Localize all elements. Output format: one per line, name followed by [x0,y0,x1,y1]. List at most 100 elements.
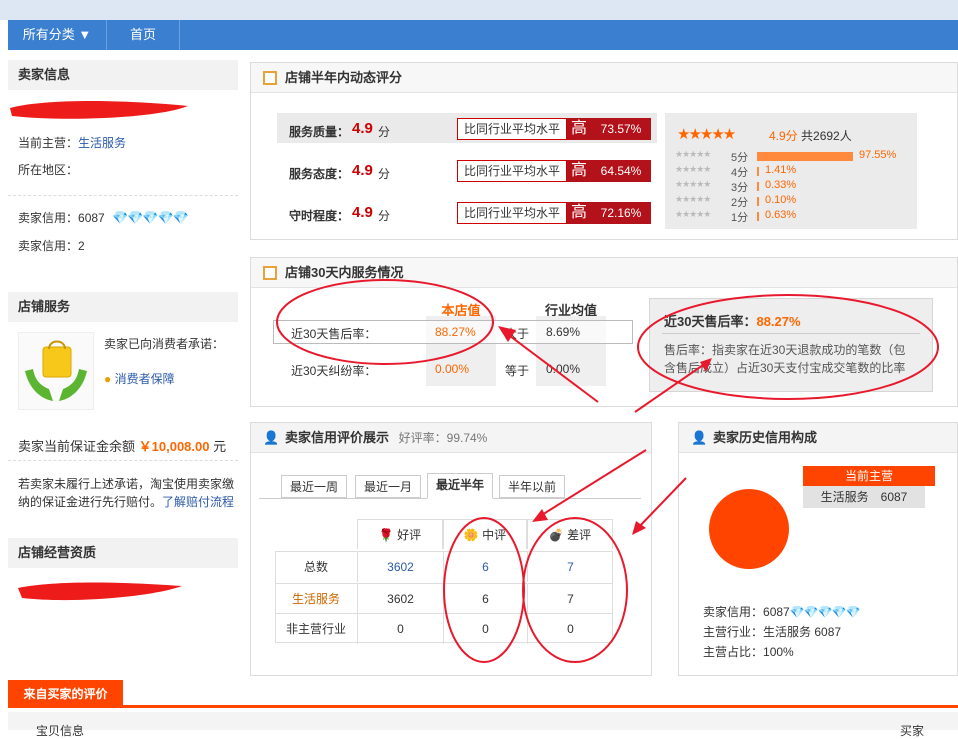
deposit-unit: 元 [213,439,227,454]
high-badge: 高 [567,118,591,140]
service30-compare: 等于 [505,364,530,378]
tooltip-desc-line1: 售后率：指卖家在近30天退款成功的笔数（包 [664,343,906,357]
compare-text: 比同行业平均水平 [457,160,567,182]
table-cell[interactable]: 6 [443,551,527,582]
reviews-subheader: 宝贝信息 买家 [8,712,958,738]
service30-industry-value: 0.00% [546,362,581,376]
dynamic-rating-title: 店铺半年内动态评分 [285,70,403,85]
main-business-link[interactable]: 生活服务 [78,136,126,150]
seller-info-box: 卖家信息 当前主营：生活服务 所在地区： 卖家信用：6087 💎💎💎💎💎 卖家信… [8,60,238,270]
dist-stars-icon: ★★★★★ [675,149,711,159]
home-link[interactable]: 首页 [107,20,179,50]
redacted-seller-name [10,101,188,119]
table-cell: 0 [443,613,527,644]
tab-3[interactable]: 最近半年 [427,473,493,499]
dist-bar [757,197,759,206]
header-negative: 💣 差评 [527,519,613,549]
buyer-credit-value: 2 [78,239,85,253]
history-credit-title: 卖家历史信用构成 [713,430,818,445]
diamond-icons[interactable]: 💎💎💎💎💎 [112,210,189,225]
reviews-tabbar: 来自买家的评价 [8,680,958,708]
rating-unit: 分 [378,125,391,139]
tab-1[interactable]: 最近一周 [281,475,347,498]
credit-pie-chart [709,489,789,569]
deposit-note-line2: 纳的保证金进行先行赔付。 [18,495,163,509]
redacted-qualification [18,582,182,601]
dist-bar [757,152,853,161]
shop-service-box: 店铺服务 卖家已向消费者承诺： ● 消费者保障 卖家当前保证金余额 ￥10,00… [8,292,238,522]
consumer-guarantee-link[interactable]: 消费者保障 [115,372,175,386]
flower-icon: 🌼 [463,528,483,542]
tooltip-desc-line2: 含售后成立）占近30天支付宝成交笔数的比率 [664,361,906,375]
tab-4[interactable]: 半年以前 [499,475,565,498]
credit-display-title: 卖家信用评价展示 [285,430,390,445]
high-badge: 高 [567,202,591,224]
after-sale-tooltip: 近30天售后率：88.27% 售后率：指卖家在近30天退款成功的笔数（包 含售后成… [649,298,933,392]
dist-stars-icon: ★★★★★ [675,209,711,219]
tab-2[interactable]: 最近一月 [355,475,421,498]
dist-bar [757,212,759,221]
dynamic-rating-header: 店铺半年内动态评分 [251,63,957,93]
summary-score: 4.9分 [769,129,798,143]
all-categories-label: 所有分类 [22,27,75,42]
item-info-col: 宝贝信息 [36,724,85,738]
table-cell: 0 [527,613,613,644]
header-label: 中评 [482,528,507,542]
current-main-tag: 当前主营 [803,466,935,486]
dynamic-rating-panel: 店铺半年内动态评分 服务质量： 4.9 分比同行业平均水平高 73.57% 服务态度： 4… [250,62,958,240]
compare-pct: 73.57% [591,118,651,140]
good-rate: 好评率：99.74% [398,431,488,445]
rose-icon: 🌹 [378,528,398,542]
buyer-credit-row: 卖家信用：2 [18,237,85,254]
user-icon: 👤 [263,430,280,445]
dist-pct: 97.55% [859,149,897,161]
main-industry-label: 主营行业： [703,625,764,639]
dist-pct: 0.63% [765,209,797,221]
table-cell[interactable]: 7 [527,551,613,582]
pie-slice-life-service [709,489,789,569]
summary-row: 4.9分 共2692人 [769,127,852,144]
reviews-tab[interactable]: 来自买家的评价 [8,680,123,708]
rating-score: 4.9 [352,120,373,137]
bomb-icon: 💣 [548,528,568,542]
all-categories-menu[interactable]: 所有分类 ▼ [8,20,106,50]
rating-label: 服务质量： [289,125,350,139]
deposit-row: 卖家当前保证金余额 ￥10,008.00 元 [18,436,226,455]
header-neutral: 🌼 中评 [443,519,527,549]
seller-info-title: 卖家信息 [8,60,238,90]
buyer-col: 买家 [900,724,925,738]
claim-process-link[interactable]: 了解赔付流程 [162,495,234,509]
rating-label: 守时程度： [289,209,350,223]
dist-bar [757,167,759,176]
table-cell: 3602 [357,583,443,614]
rating-unit: 分 [378,167,391,181]
dist-pct: 0.10% [765,194,797,206]
table-cell[interactable]: 3602 [357,551,443,582]
top-strip [0,0,958,20]
tooltip-desc: 售后率：指卖家在近30天退款成功的笔数（包 含售后成立）占近30天支付宝成交笔数的… [664,341,930,377]
service30-shop-value: 88.27% [435,325,476,339]
history-credit-row: 卖家信用：6087💎💎💎💎💎 [703,603,861,620]
main-business-label: 当前主营： [18,136,79,150]
dist-pct: 0.33% [765,179,797,191]
nav-divider [179,20,180,50]
table-row-label: 生活服务 [275,583,357,614]
consumer-guarantee-row[interactable]: ● 消费者保障 [104,370,175,387]
deposit-note: 若卖家未履行上述承诺，淘宝使用卖家缴 纳的保证金进行先行赔付。了解赔付流程 [18,475,243,511]
rating-unit: 分 [378,209,391,223]
credit-display-header: 👤 卖家信用评价展示 好评率：99.74% [251,423,651,453]
buyer-credit-label: 卖家信用： [18,239,79,253]
dist-label: 1分 [731,212,749,224]
history-credit-panel: 👤 卖家历史信用构成 当前主营 生活服务 6087 卖家信用：6087💎💎💎💎💎 … [678,422,958,676]
deposit-value: ￥10,008.00 [138,439,210,454]
guarantee-logo [18,332,94,410]
diamond-icons[interactable]: 💎💎💎💎💎 [790,605,861,619]
header-label: 好评 [397,528,422,542]
history-credit-label: 卖家信用： [703,605,764,619]
service30-industry-value: 8.69% [546,325,581,339]
table-cell: 7 [527,583,613,614]
qualification-box: 店铺经营资质 [8,538,238,618]
table-cell: 6 [443,583,527,614]
compare-pct: 64.54% [591,160,651,182]
seller-credit-row: 卖家信用：6087 💎💎💎💎💎 [18,209,189,226]
